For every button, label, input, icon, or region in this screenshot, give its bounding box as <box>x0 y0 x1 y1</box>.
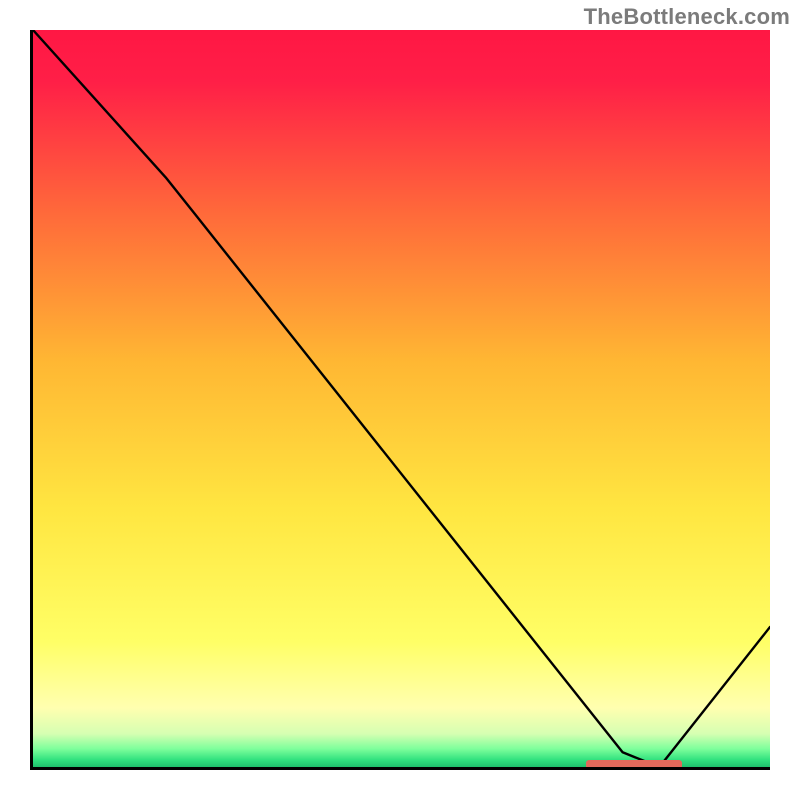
chart-marker <box>586 760 682 767</box>
chart-background <box>33 30 770 767</box>
x-axis <box>30 767 770 770</box>
watermark-text: TheBottleneck.com <box>584 4 790 30</box>
chart-svg <box>33 30 770 767</box>
chart-plot-area <box>33 30 770 767</box>
